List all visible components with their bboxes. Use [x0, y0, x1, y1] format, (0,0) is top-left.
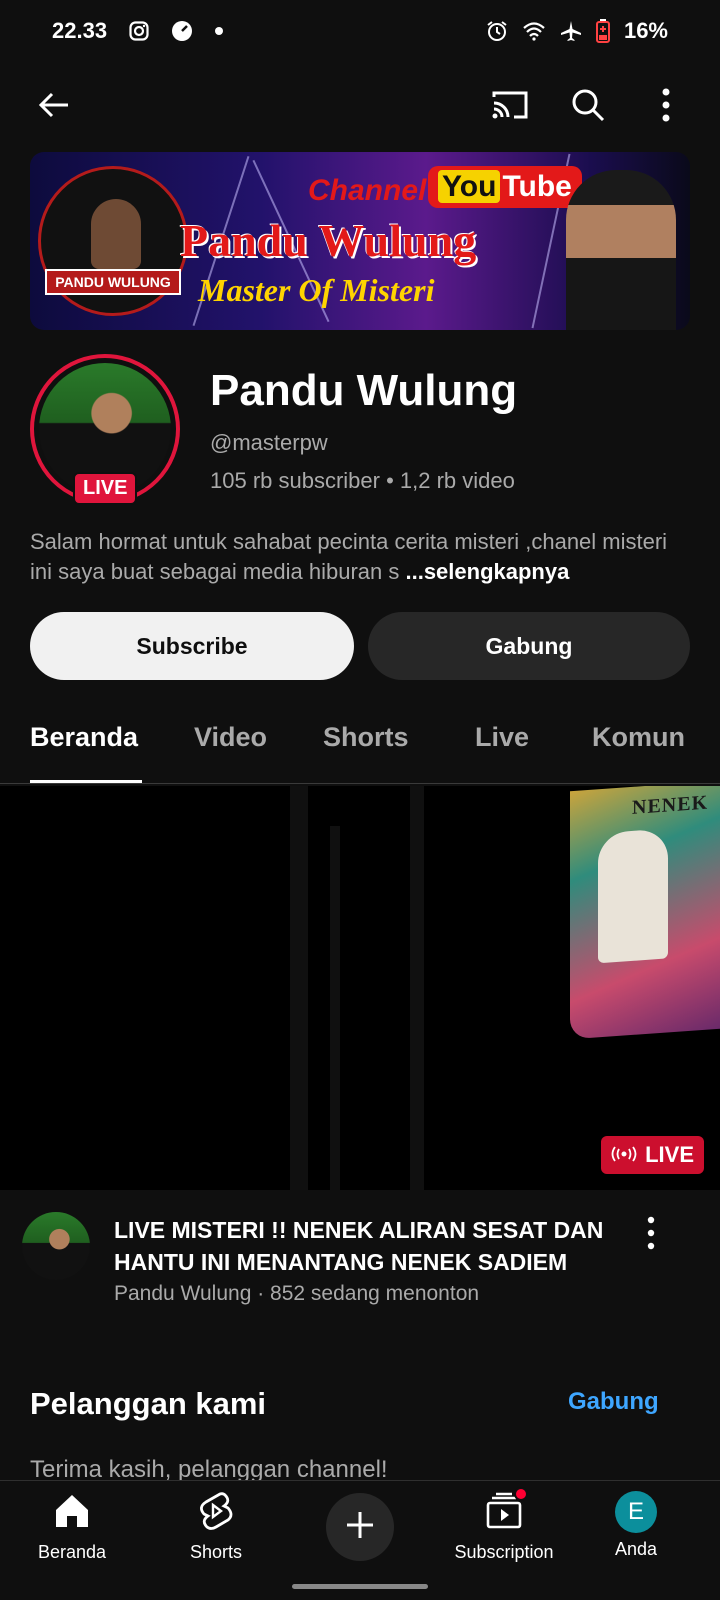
gesture-home-indicator[interactable] [292, 1584, 428, 1589]
nav-item-anda[interactable]: E Anda [566, 1491, 706, 1560]
create-plus-icon [344, 1509, 376, 1546]
banner-person-image [566, 170, 676, 330]
members-join-link[interactable]: Gabung [568, 1388, 659, 1416]
nav-item-beranda[interactable]: Beranda [2, 1491, 142, 1563]
live-broadcast-icon [611, 1142, 637, 1168]
banner-logo-text: PANDU WULUNG [45, 269, 181, 295]
more-vert-icon[interactable] [642, 81, 690, 129]
tab-beranda[interactable]: Beranda [30, 722, 138, 753]
banner-channel-word: Channel [308, 174, 427, 207]
video-subtitle: Pandu Wulung · 852 sedang menonton [114, 1282, 480, 1305]
back-arrow-icon[interactable] [30, 81, 78, 129]
instagram-icon [129, 21, 149, 41]
nav-label-subscription: Subscription [454, 1542, 554, 1562]
app-bar [0, 70, 720, 140]
nav-label-beranda: Beranda [37, 1542, 107, 1562]
tab-live[interactable]: Live [475, 722, 529, 753]
airplane-icon [560, 20, 582, 42]
channel-handle: @masterpw [210, 430, 328, 455]
cast-icon[interactable] [486, 81, 534, 129]
channel-name: Pandu Wulung [210, 366, 518, 415]
notification-dot [514, 1487, 528, 1501]
nav-label-anda: Anda [614, 1539, 658, 1559]
description-text: Salam hormat untuk sahabat pecinta cerit… [30, 529, 668, 584]
video-channel-avatar[interactable] [22, 1212, 90, 1280]
account-avatar: E [615, 1491, 657, 1533]
video-live-badge: LIVE [601, 1136, 704, 1174]
description-more-link[interactable]: ...selengkapnya [405, 559, 569, 584]
shorts-icon [196, 1491, 236, 1536]
tab-video[interactable]: Video [194, 722, 267, 753]
channel-banner: PANDU WULUNG Channel You Tube Pandu Wulun… [30, 152, 690, 330]
wifi-icon [522, 21, 546, 41]
channel-stats: 105 rb subscriber • 1,2 rb video [210, 468, 515, 493]
banner-youtube-logo: You Tube [428, 166, 582, 208]
status-time: 22.33 [52, 18, 108, 43]
battery-percent: 16% [623, 18, 668, 43]
nav-item-subscription[interactable]: Subscription [434, 1487, 574, 1563]
banner-tagline: Master Of Misteri [198, 272, 435, 308]
video-poster: NENEK [570, 786, 720, 1040]
avatar-live-badge: LIVE [73, 472, 138, 505]
nav-label-shorts: Shorts [189, 1542, 243, 1562]
banner-logo: PANDU WULUNG [38, 166, 188, 316]
join-button[interactable]: Gabung [368, 612, 690, 680]
home-icon [52, 1491, 92, 1536]
dot-icon [215, 27, 224, 35]
video-more-vert-icon[interactable] [646, 1216, 656, 1255]
poster-title: NENEK [632, 791, 709, 819]
alarm-icon [486, 20, 508, 42]
banner-channel-name: Pandu Wulung [180, 215, 477, 266]
channel-tabs: Beranda Video Shorts Live Komun [0, 696, 720, 784]
subscribe-button[interactable]: Subscribe [30, 612, 354, 680]
speedometer-icon [171, 20, 193, 42]
bottom-navigation: Beranda Shorts Subscription E Anda [0, 1480, 720, 1600]
subscriptions-icon [484, 1487, 528, 1536]
status-bar: 22.33 16% [0, 0, 720, 62]
tab-shorts[interactable]: Shorts [323, 722, 409, 753]
create-button[interactable] [326, 1493, 394, 1561]
live-video-player[interactable]: NENEK LIVE [0, 786, 720, 1190]
search-icon[interactable] [564, 81, 612, 129]
video-title[interactable]: LIVE MISTERI !! NENEK ALIRAN SESAT DAN H… [114, 1214, 634, 1278]
channel-description[interactable]: Salam hormat untuk sahabat pecinta cerit… [30, 527, 690, 587]
tab-komunitas[interactable]: Komun [592, 722, 685, 753]
video-live-label: LIVE [645, 1142, 694, 1167]
nav-item-shorts[interactable]: Shorts [146, 1491, 286, 1563]
members-section-title: Pelanggan kami [30, 1386, 267, 1421]
tab-active-indicator [30, 780, 142, 783]
battery-low-icon [595, 19, 610, 43]
